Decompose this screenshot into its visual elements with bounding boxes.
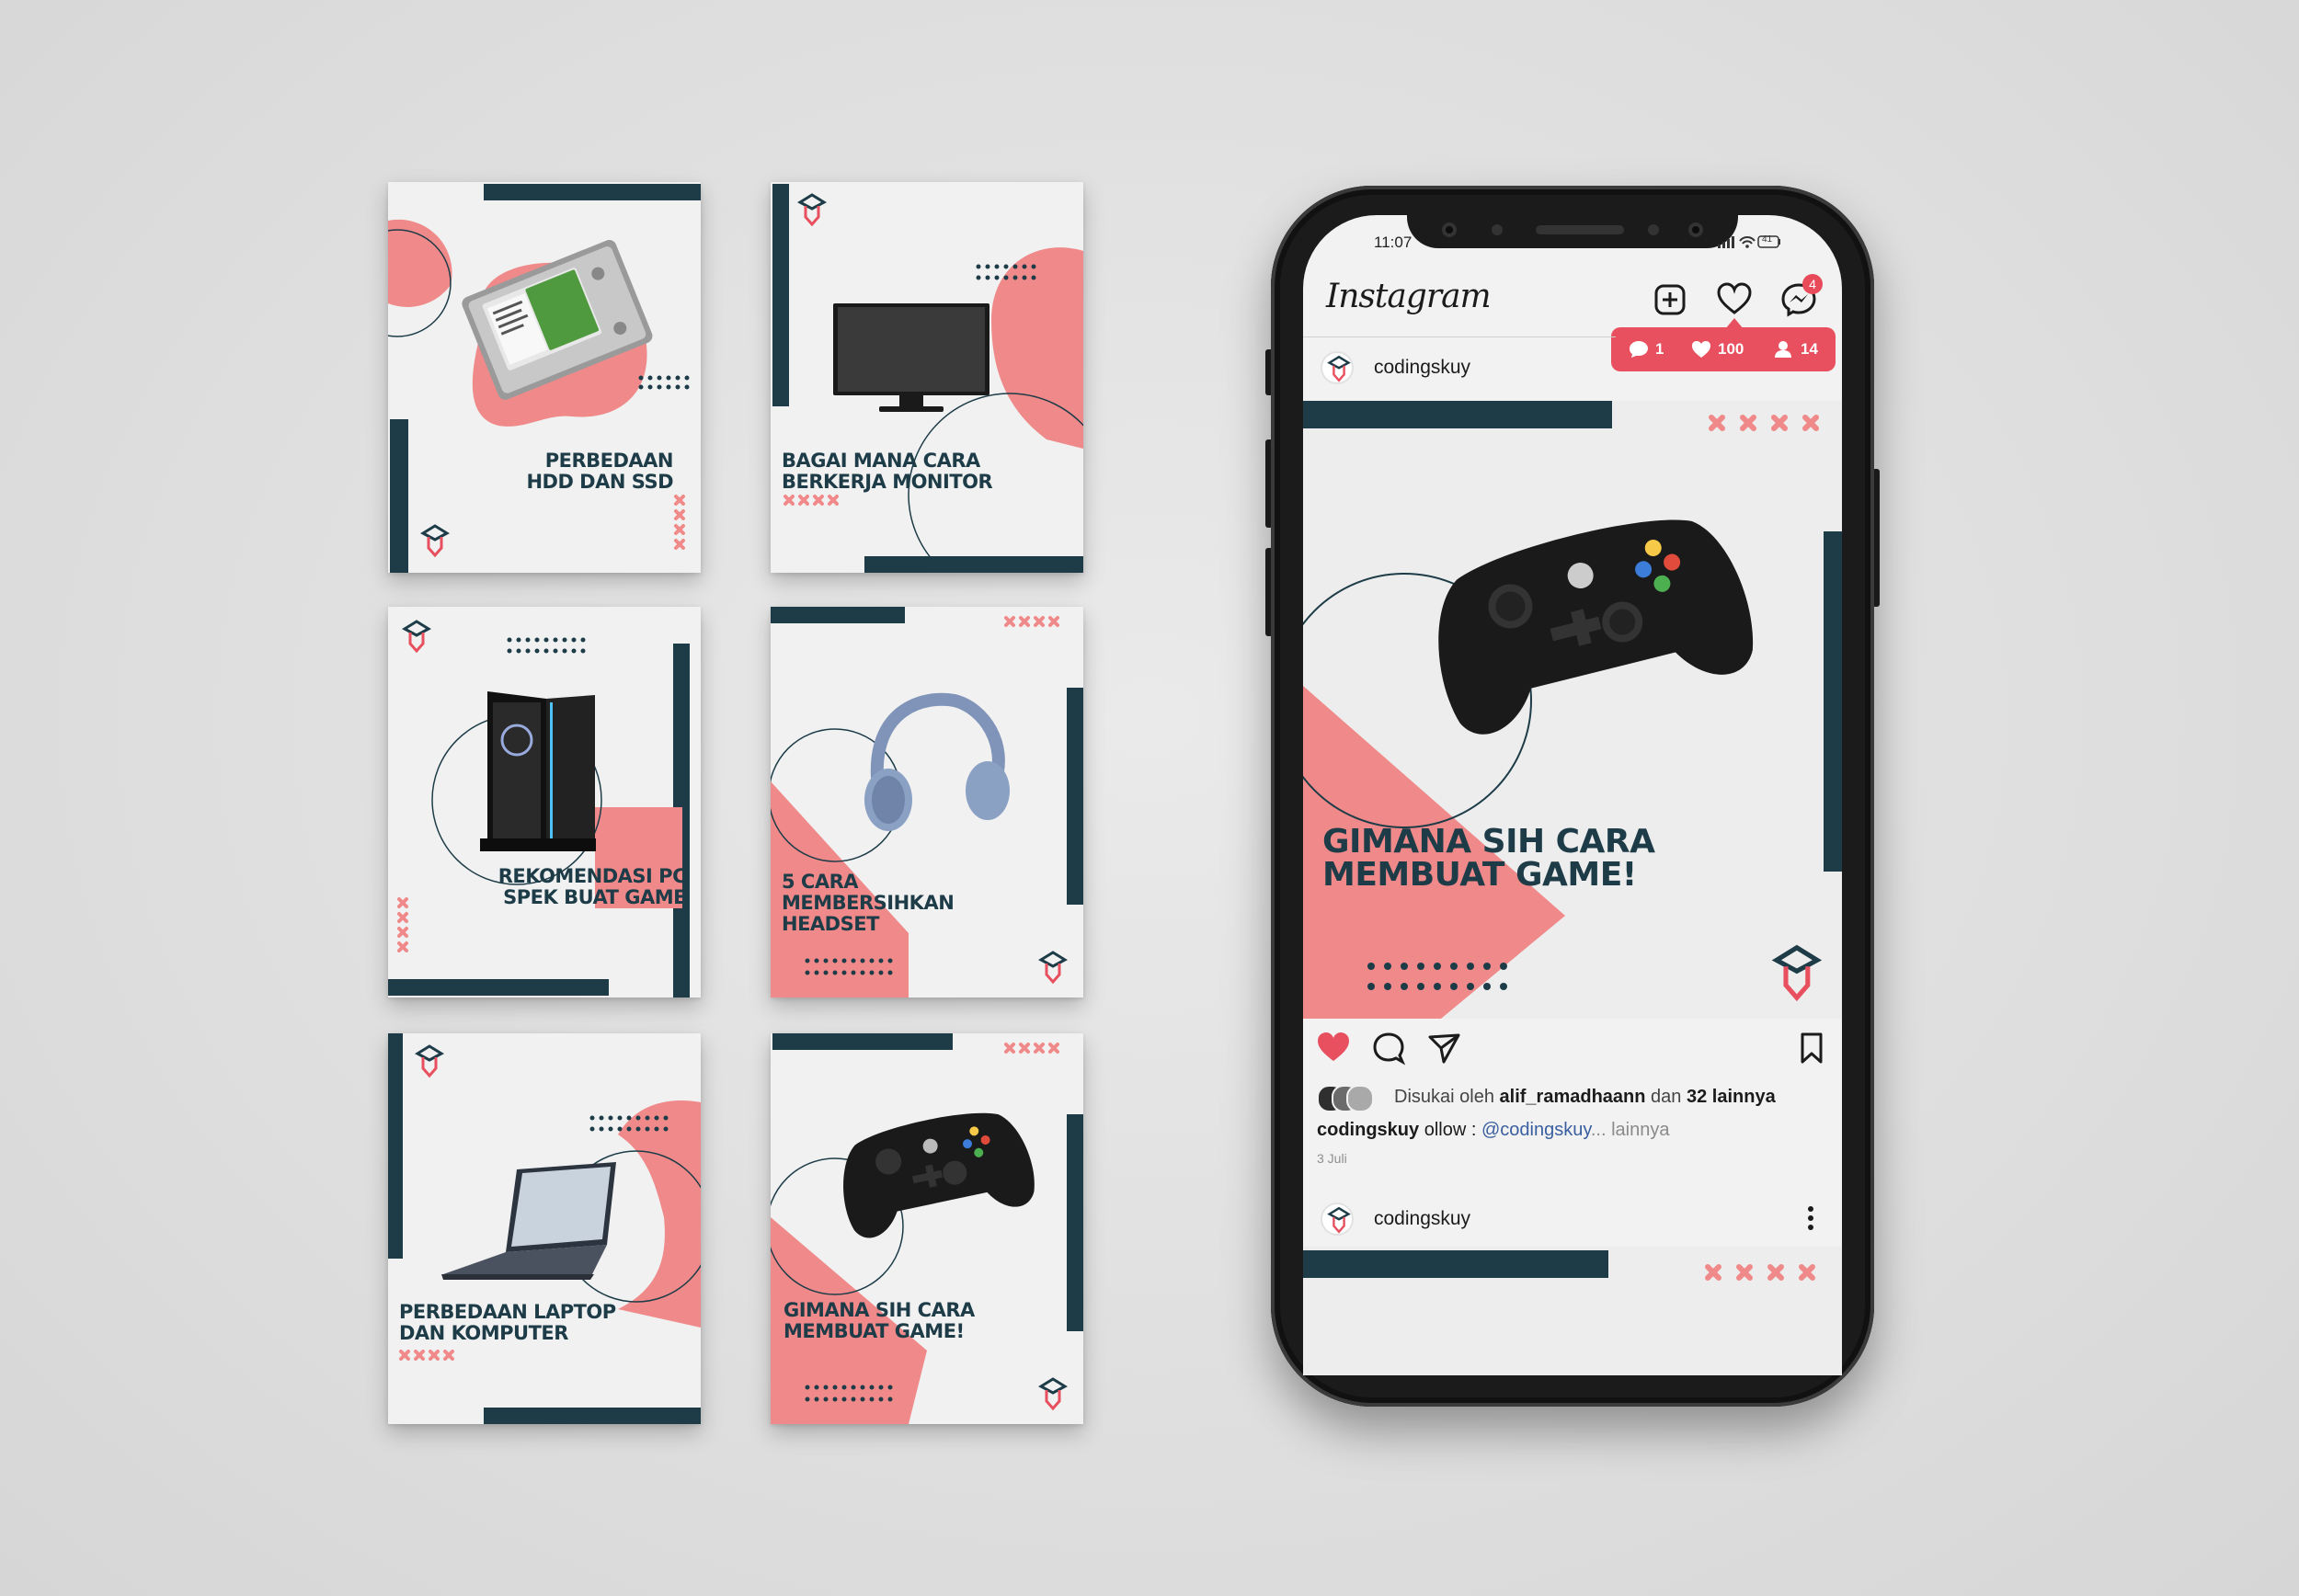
activity-heart-icon[interactable] (1716, 281, 1753, 318)
like-notification-icon (1692, 341, 1710, 358)
card-artwork (388, 1033, 701, 1424)
liked-by-text[interactable]: Disukai oleh alif_ramadhaann dan 32 lain… (1394, 1087, 1776, 1108)
card-artwork (388, 637, 690, 998)
post-image[interactable] (1303, 401, 1842, 1019)
next-post-image[interactable] (1303, 1247, 1842, 1375)
header-divider (1303, 336, 1616, 337)
status-icons: 41 (1718, 234, 1782, 253)
battery-level: 41 (1762, 234, 1773, 245)
instagram-logo: Instagram (1326, 278, 1492, 315)
card-artwork (771, 607, 1083, 998)
post-title: GIMANA SIH CARA MEMBUAT GAME! (1322, 823, 1655, 894)
card-title: PERBEDAAN HDD DAN SSD (526, 450, 673, 493)
follower-count: 14 (1801, 340, 1818, 358)
card-artwork (772, 184, 1083, 573)
next-post-username[interactable]: codingskuy (1374, 1208, 1470, 1230)
activity-notification-pill[interactable]: 1 100 14 (1611, 327, 1836, 371)
card-title: GIMANA SIH CARA MEMBUAT GAME! (783, 1299, 975, 1342)
post-card-headset[interactable]: 5 CARA MEMBERSIHKAN HEADSET (771, 607, 1083, 998)
new-post-icon[interactable] (1652, 281, 1688, 318)
post-card-pc[interactable]: REKOMENDASI PC SPEK BUAT GAME (388, 607, 701, 998)
card-artwork (388, 184, 701, 573)
card-title: BAGAI MANA CARA BERKERJA MONITOR (782, 450, 993, 493)
post-artwork (1303, 401, 1842, 1019)
post-caption[interactable]: codingskuy ollow : @codingskuy... lainny… (1317, 1120, 1669, 1141)
post-username[interactable]: codingskuy (1374, 357, 1470, 379)
card-title: 5 CARA MEMBERSIHKAN HEADSET (782, 871, 955, 935)
liked-by-avatars[interactable] (1317, 1085, 1390, 1112)
card-title: PERBEDAAN LAPTOP DAN KOMPUTER (399, 1301, 616, 1344)
codingskuy-logo-icon (1037, 951, 1069, 985)
share-icon[interactable] (1425, 1030, 1462, 1066)
status-time: 11:07 (1374, 234, 1413, 251)
comment-notification-icon (1630, 341, 1648, 358)
caption-mention-link[interactable]: @codingskuy (1481, 1120, 1591, 1140)
codingskuy-logo-icon (1327, 355, 1351, 382)
like-count: 100 (1718, 340, 1744, 358)
more-options-icon[interactable] (1804, 1204, 1817, 1232)
codingskuy-logo-icon (419, 524, 451, 558)
codingskuy-logo-icon (1037, 1377, 1069, 1411)
post-card-hdd[interactable]: PERBEDAAN HDD DAN SSD (388, 182, 701, 573)
codingskuy-logo-icon (414, 1044, 445, 1078)
codingskuy-logo-icon (401, 620, 432, 654)
phone-notch (1407, 208, 1738, 248)
messenger-badge: 4 (1802, 274, 1823, 294)
card-artwork (771, 1033, 1083, 1424)
caption-more-link[interactable]: ... lainnya (1591, 1120, 1670, 1140)
comment-icon[interactable] (1370, 1030, 1407, 1066)
post-card-laptop[interactable]: PERBEDAAN LAPTOP DAN KOMPUTER (388, 1033, 701, 1424)
codingskuy-logo-icon (1327, 1206, 1351, 1234)
card-title: REKOMENDASI PC SPEK BUAT GAME (498, 865, 687, 908)
post-date: 3 Juli (1317, 1151, 1347, 1166)
comment-count: 1 (1655, 340, 1664, 358)
like-heart-icon[interactable] (1315, 1030, 1352, 1066)
follower-notification-icon (1775, 341, 1791, 358)
post-card-monitor[interactable]: BAGAI MANA CARA BERKERJA MONITOR (771, 182, 1083, 573)
post-avatar[interactable] (1321, 351, 1354, 384)
save-bookmark-icon[interactable] (1793, 1030, 1830, 1066)
codingskuy-logo-icon (796, 193, 828, 227)
next-post-avatar[interactable] (1321, 1203, 1354, 1236)
post-card-gamepad[interactable]: GIMANA SIH CARA MEMBUAT GAME! (771, 1033, 1083, 1424)
